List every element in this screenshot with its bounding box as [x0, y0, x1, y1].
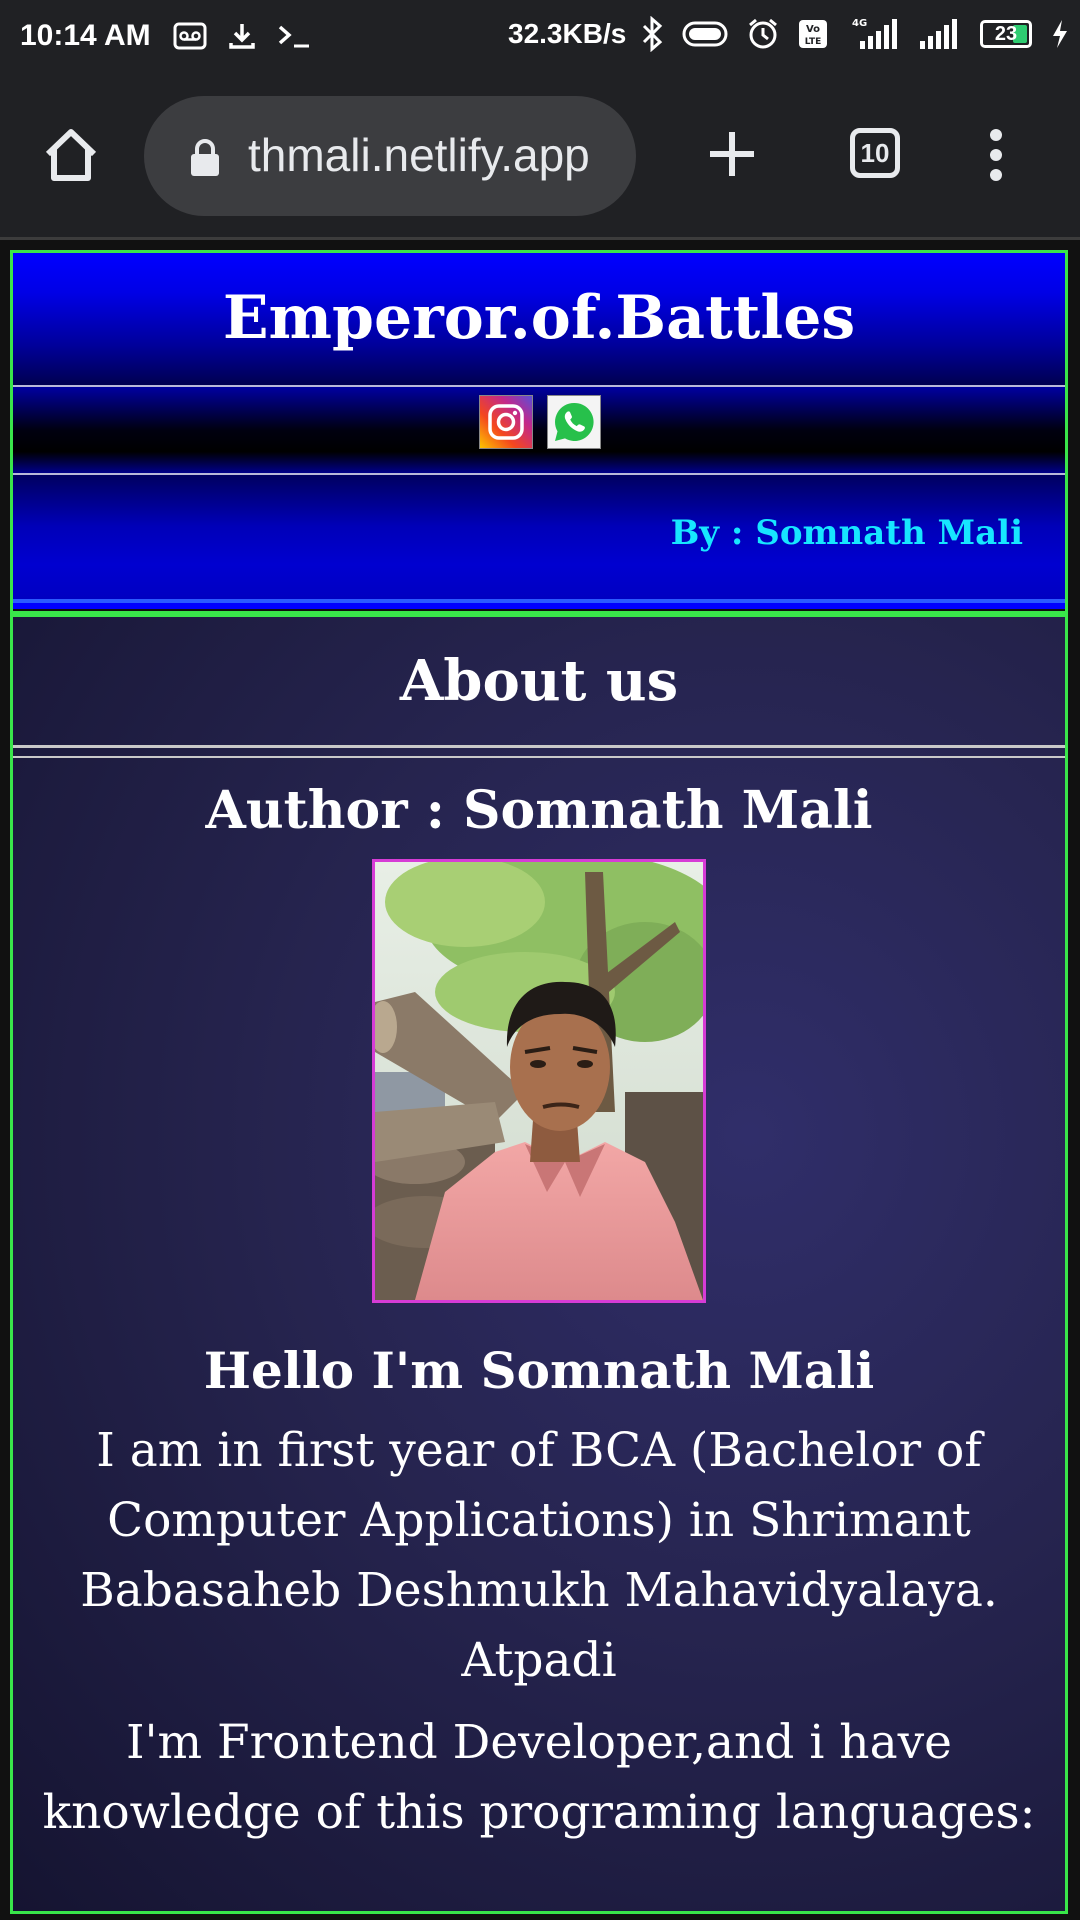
- signal-icon: [918, 17, 962, 51]
- toggle-icon: [682, 20, 728, 48]
- address-bar[interactable]: thmali.netlify.app: [144, 96, 636, 216]
- bluetooth-icon: [640, 16, 664, 52]
- divider: [13, 748, 1065, 758]
- download-icon: [227, 21, 257, 51]
- url-text: thmali.netlify.app: [248, 129, 590, 181]
- battery-level: 23: [994, 23, 1018, 45]
- home-icon: [45, 129, 97, 181]
- instagram-icon[interactable]: [479, 395, 533, 449]
- alarm-icon: [746, 17, 780, 51]
- byline: By : Somnath Mali: [670, 513, 1023, 553]
- terminal-icon: [277, 22, 311, 50]
- status-icons-right: Vo LTE 4G 23: [640, 16, 1070, 52]
- status-bar: 10:14 AM 32.3KB/s Vo LTE 4G 23: [0, 0, 1080, 72]
- about-paragraph: I'm Frontend Developer,and i have knowle…: [42, 1715, 1036, 1840]
- network-speed: 32.3KB/s: [508, 18, 627, 49]
- web-page: Emperor.of.Battles By: Somnath Mali Abo…: [0, 240, 1080, 1920]
- byline-bar: By : Somnath Mali: [13, 475, 1065, 609]
- volte-icon: Vo LTE: [798, 19, 828, 49]
- site-header: Emperor.of.Battles By: Somnath Mali: [10, 250, 1068, 614]
- lock-icon: [188, 138, 222, 183]
- svg-text:Vo: Vo: [806, 24, 820, 35]
- about-title: About us: [13, 617, 1065, 748]
- tab-switcher-button[interactable]: 10: [850, 128, 900, 178]
- svg-text:LTE: LTE: [805, 37, 822, 47]
- hello-heading: Hello I'm Somnath Mali: [203, 1341, 875, 1400]
- site-title: Emperor.of.Battles: [13, 253, 1065, 387]
- whatsapp-icon[interactable]: [547, 395, 601, 449]
- social-links: [13, 387, 1065, 475]
- divider: [13, 599, 1065, 603]
- browser-toolbar: thmali.netlify.app 10: [0, 72, 1080, 240]
- home-button[interactable]: [40, 124, 102, 186]
- battery-icon: 23: [980, 20, 1032, 48]
- about-section: About us Author : Somnath Mali Hello I'm…: [10, 614, 1068, 1914]
- voicemail-icon: [173, 22, 207, 50]
- svg-text:4G: 4G: [852, 18, 867, 29]
- about-paragraph: I am in first year of BCA (Bachelor of C…: [80, 1423, 998, 1688]
- author-photo: [372, 859, 706, 1303]
- more-menu-button[interactable]: [988, 128, 1004, 187]
- plus-icon: [710, 132, 754, 176]
- charging-icon: [1050, 18, 1070, 50]
- author-heading: Author : Somnath Mali: [205, 780, 873, 841]
- more-vert-icon: [990, 129, 1002, 181]
- signal-icon: 4G: [846, 17, 900, 51]
- status-time: 10:14 AM: [20, 19, 151, 52]
- new-tab-button[interactable]: [704, 126, 760, 187]
- status-icons-left: [173, 21, 311, 51]
